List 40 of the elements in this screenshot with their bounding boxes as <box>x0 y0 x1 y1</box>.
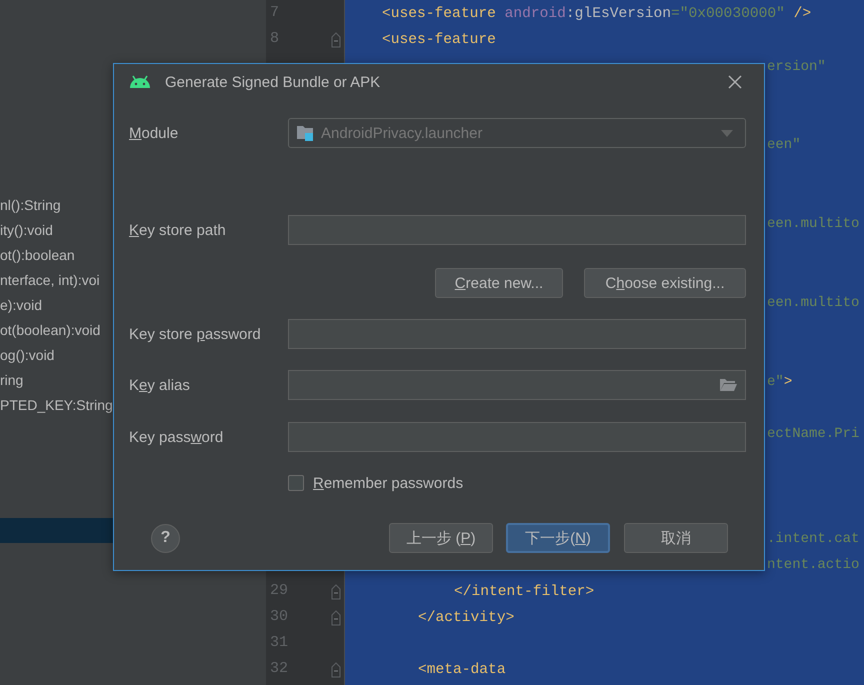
code-line: <uses-feature <box>382 32 496 48</box>
help-button[interactable]: ? <box>151 524 180 552</box>
field-label: Key alias <box>129 376 191 394</box>
module-folder-icon <box>296 125 314 141</box>
input-field[interactable] <box>288 422 746 452</box>
dropdown-arrow-icon <box>721 130 733 136</box>
code-line: ectName.Pri <box>767 426 860 442</box>
dialog-title: Generate Signed Bundle or APK <box>165 74 382 90</box>
fold-icon[interactable] <box>331 610 341 626</box>
code-line: </intent-filter> <box>454 584 594 600</box>
code-line: een.multito <box>767 216 860 232</box>
code-line: <uses-feature android:glEsVersion="0x00030000" /> <box>382 6 812 22</box>
code-line: ntent.actio <box>767 557 860 574</box>
field-label: Key store password <box>129 326 262 342</box>
code-line: </activity> <box>418 610 514 626</box>
code-line: <meta-data <box>418 662 506 678</box>
dialog-button[interactable]: 取消 <box>624 523 728 553</box>
code-line: een" <box>767 137 801 154</box>
close-icon[interactable] <box>728 75 742 89</box>
fold-icon[interactable] <box>331 32 341 48</box>
code-line: .intent.cat <box>767 531 860 548</box>
fold-icon[interactable] <box>331 662 341 678</box>
input-field[interactable] <box>288 215 746 245</box>
dialog-button[interactable]: 下一步(N) <box>506 523 610 553</box>
folder-icon[interactable] <box>719 378 738 392</box>
field-label: Key store path <box>129 222 227 238</box>
checkbox[interactable] <box>288 475 304 491</box>
fold-icon[interactable] <box>331 584 341 600</box>
input-field[interactable] <box>288 319 746 349</box>
action-button[interactable]: Create new... <box>435 268 563 298</box>
field-label: Key password <box>129 428 224 446</box>
dialog-button[interactable]: 上一步 (P) <box>389 523 493 553</box>
code-line: ersion" <box>767 58 826 75</box>
android-icon <box>129 75 151 89</box>
code-line: een.multito <box>767 294 860 311</box>
field-label: Module <box>129 124 180 142</box>
input-field[interactable] <box>288 370 746 400</box>
code-line: e"> <box>767 374 792 390</box>
action-button[interactable]: Choose existing... <box>584 268 746 298</box>
checkbox-label[interactable]: Remember passwords <box>313 474 464 492</box>
